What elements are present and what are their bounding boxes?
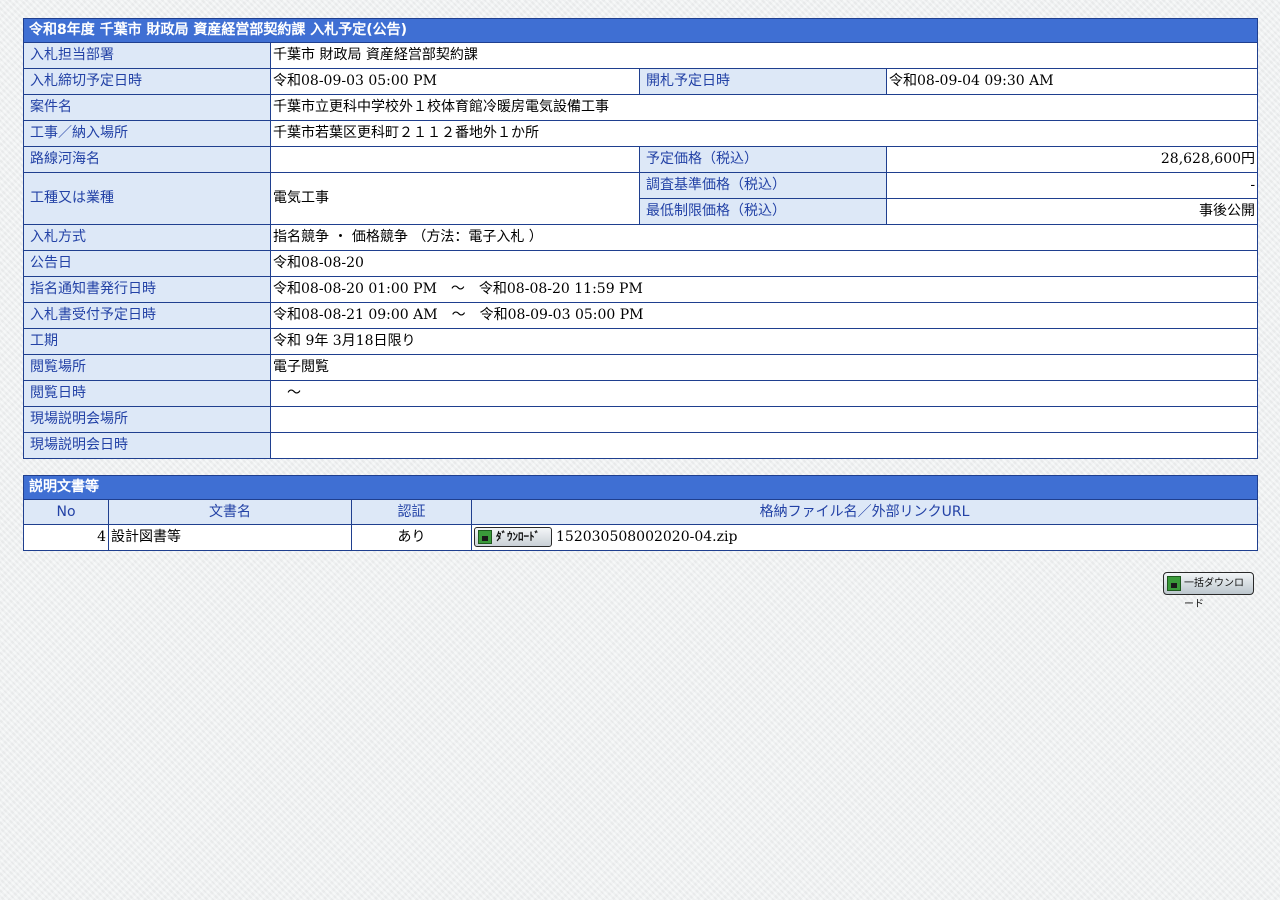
opening-value: 令和08-09-04 09:30 AM (885, 68, 1259, 95)
opening-label: 開札予定日時 (639, 68, 887, 95)
page-content: 令和8年度 千葉市 財政局 資産経営部契約課 入札予定(公告) 入札担当部署 千… (22, 18, 1259, 551)
deadline-value: 令和08-09-03 05:00 PM (270, 68, 640, 95)
briefing-date-value (269, 432, 1259, 459)
announce-date-label: 公告日 (23, 250, 271, 277)
row-announce-date: 公告日 令和08-08-20 (23, 250, 1259, 277)
row-view-place: 閲覧場所 電子閲覧 (23, 354, 1259, 381)
bulk-download-label: 一括ダウンロード (1184, 578, 1244, 610)
col-header-no: No (23, 499, 109, 525)
location-value: 千葉市若葉区更科町２１１２番地外１か所 (269, 120, 1259, 147)
bulk-download-icon (1167, 576, 1181, 591)
documents-header-row: No 文書名 認証 格納ファイル名／外部リンクURL (23, 499, 1258, 525)
dept-value: 千葉市 財政局 資産経営部契約課 (269, 42, 1259, 69)
work-type-label: 工種又は業種 (23, 172, 271, 225)
row-dept: 入札担当部署 千葉市 財政局 資産経営部契約課 (23, 42, 1259, 69)
reception-value: 令和08-08-21 09:00 AM ～ 令和08-09-03 05:00 P… (269, 302, 1259, 329)
documents-title: 説明文書等 (23, 475, 1258, 500)
row-notify: 指名通知書発行日時 令和08-08-20 01:00 PM ～ 令和08-08-… (23, 276, 1259, 303)
work-type-value: 電気工事 (270, 172, 640, 225)
documents-title-row: 説明文書等 (23, 475, 1258, 500)
deadline-label: 入札締切予定日時 (23, 68, 271, 95)
min-price-label: 最低制限価格（税込） (639, 198, 887, 225)
doc-no: 4 (23, 524, 109, 551)
route-value (270, 146, 640, 173)
route-label: 路線河海名 (23, 146, 271, 173)
row-method: 入札方式 指名競争 ・ 価格競争 （方法：電子入札 ） (23, 224, 1259, 251)
planned-price-label: 予定価格（税込） (639, 146, 887, 173)
doc-name: 設計図書等 (108, 524, 352, 551)
bulk-download-area: 一括ダウンロード (1163, 572, 1254, 610)
download-button[interactable]: ﾀﾞｳﾝﾛｰﾄﾞ (474, 527, 552, 547)
doc-file-cell: ﾀﾞｳﾝﾛｰﾄﾞ 152030508002020-04.zip (471, 524, 1258, 551)
period-label: 工期 (23, 328, 271, 355)
case-name-label: 案件名 (23, 94, 271, 121)
row-briefing-place: 現場説明会場所 (23, 406, 1259, 433)
download-button-label: ﾀﾞｳﾝﾛｰﾄﾞ (496, 530, 540, 543)
location-label: 工事／納入場所 (23, 120, 271, 147)
row-case-name: 案件名 千葉市立更科中学校外１校体育館冷暖房電気設備工事 (23, 94, 1259, 121)
view-place-value: 電子閲覧 (269, 354, 1259, 381)
period-value: 令和 9年 3月18日限り (269, 328, 1259, 355)
col-header-file: 格納ファイル名／外部リンクURL (471, 499, 1258, 525)
view-place-label: 閲覧場所 (23, 354, 271, 381)
survey-price-label: 調査基準価格（税込） (639, 172, 887, 199)
planned-price-value: 28,628,600円 (885, 146, 1259, 173)
col-header-auth: 認証 (351, 499, 472, 525)
briefing-place-value (269, 406, 1259, 433)
method-value: 指名競争 ・ 価格競争 （方法：電子入札 ） (269, 224, 1259, 251)
row-location: 工事／納入場所 千葉市若葉区更科町２１１２番地外１か所 (23, 120, 1259, 147)
view-date-value: ～ (269, 380, 1259, 407)
briefing-place-label: 現場説明会場所 (23, 406, 271, 433)
method-label: 入札方式 (23, 224, 271, 251)
doc-file-name[interactable]: 152030508002020-04.zip (556, 529, 737, 545)
row-reception: 入札書受付予定日時 令和08-08-21 09:00 AM ～ 令和08-09-… (23, 302, 1259, 329)
view-date-label: 閲覧日時 (23, 380, 271, 407)
case-name-value: 千葉市立更科中学校外１校体育館冷暖房電気設備工事 (269, 94, 1259, 121)
table-row: 4 設計図書等 あり ﾀﾞｳﾝﾛｰﾄﾞ 152030508002020-04.z… (23, 524, 1258, 551)
row-briefing-date: 現場説明会日時 (23, 432, 1259, 459)
row-deadline: 入札締切予定日時 令和08-09-03 05:00 PM 開札予定日時 令和08… (23, 68, 1259, 95)
row-route: 路線河海名 予定価格（税込） 28,628,600円 (23, 146, 1259, 173)
announce-date-value: 令和08-08-20 (269, 250, 1259, 277)
doc-auth: あり (351, 524, 472, 551)
notice-table: 令和8年度 千葉市 財政局 資産経営部契約課 入札予定(公告) 入札担当部署 千… (22, 18, 1259, 459)
col-header-name: 文書名 (108, 499, 352, 525)
notify-label: 指名通知書発行日時 (23, 276, 271, 303)
bulk-download-button[interactable]: 一括ダウンロード (1163, 572, 1254, 610)
row-period: 工期 令和 9年 3月18日限り (23, 328, 1259, 355)
briefing-date-label: 現場説明会日時 (23, 432, 271, 459)
notice-title: 令和8年度 千葉市 財政局 資産経営部契約課 入札予定(公告) (22, 18, 1259, 43)
row-work-type: 工種又は業種 電気工事 調査基準価格（税込） - (23, 172, 1259, 225)
download-icon (478, 530, 492, 544)
reception-label: 入札書受付予定日時 (23, 302, 271, 329)
notify-value: 令和08-08-20 01:00 PM ～ 令和08-08-20 11:59 P… (269, 276, 1259, 303)
min-price-value: 事後公開 (885, 198, 1259, 225)
dept-label: 入札担当部署 (23, 42, 271, 69)
notice-title-row: 令和8年度 千葉市 財政局 資産経営部契約課 入札予定(公告) (22, 18, 1259, 43)
survey-price-value: - (885, 172, 1259, 199)
row-view-date: 閲覧日時 ～ (23, 380, 1259, 407)
documents-table: 説明文書等 No 文書名 認証 格納ファイル名／外部リンクURL 4 設計図書等… (23, 475, 1258, 551)
